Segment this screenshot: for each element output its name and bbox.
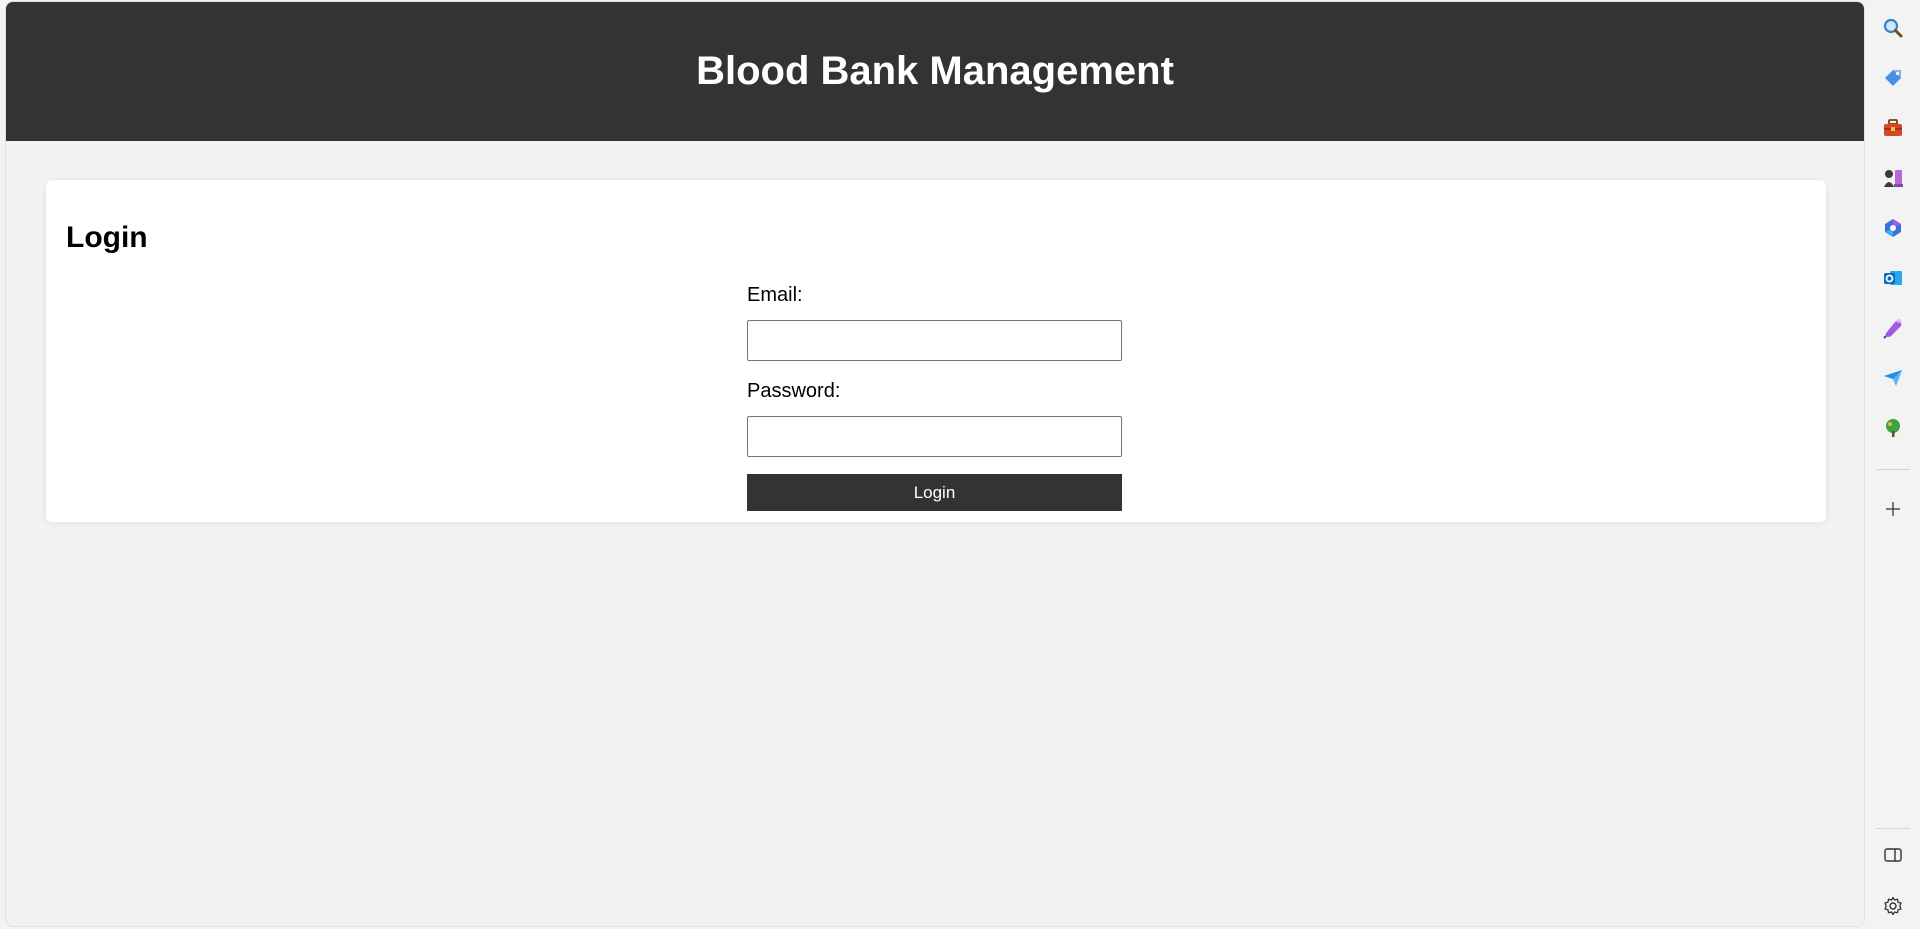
login-form: Email: Password: Login [747,282,1122,511]
site-header: Blood Bank Management [6,2,1864,141]
tag-icon[interactable] [1880,65,1906,91]
settings-icon[interactable] [1880,893,1906,919]
email-field[interactable] [747,320,1122,361]
login-card: Login Email: Password: Login [46,180,1826,522]
split-view-icon[interactable] [1880,842,1906,868]
copilot-icon[interactable] [1880,215,1906,241]
search-icon[interactable] [1880,15,1906,41]
browser-viewport: Blood Bank Management Login Email: Passw… [0,0,1866,929]
login-heading: Login [66,221,148,254]
password-label: Password: [747,380,841,402]
login-button[interactable]: Login [747,474,1122,511]
sidebar-divider-bottom [1876,828,1910,829]
sidebar-divider [1876,469,1910,470]
web-page: Blood Bank Management Login Email: Passw… [5,1,1865,927]
tree-icon[interactable] [1880,415,1906,441]
send-icon[interactable] [1880,365,1906,391]
site-title: Blood Bank Management [696,49,1174,93]
browser-sidebar [1866,0,1920,929]
plus-icon[interactable] [1880,496,1906,522]
toolbox-icon[interactable] [1880,115,1906,141]
email-label: Email: [747,284,803,306]
password-field[interactable] [747,416,1122,457]
outlook-icon[interactable] [1880,265,1906,291]
magnet-icon[interactable] [1880,315,1906,341]
chess-icon[interactable] [1880,165,1906,191]
